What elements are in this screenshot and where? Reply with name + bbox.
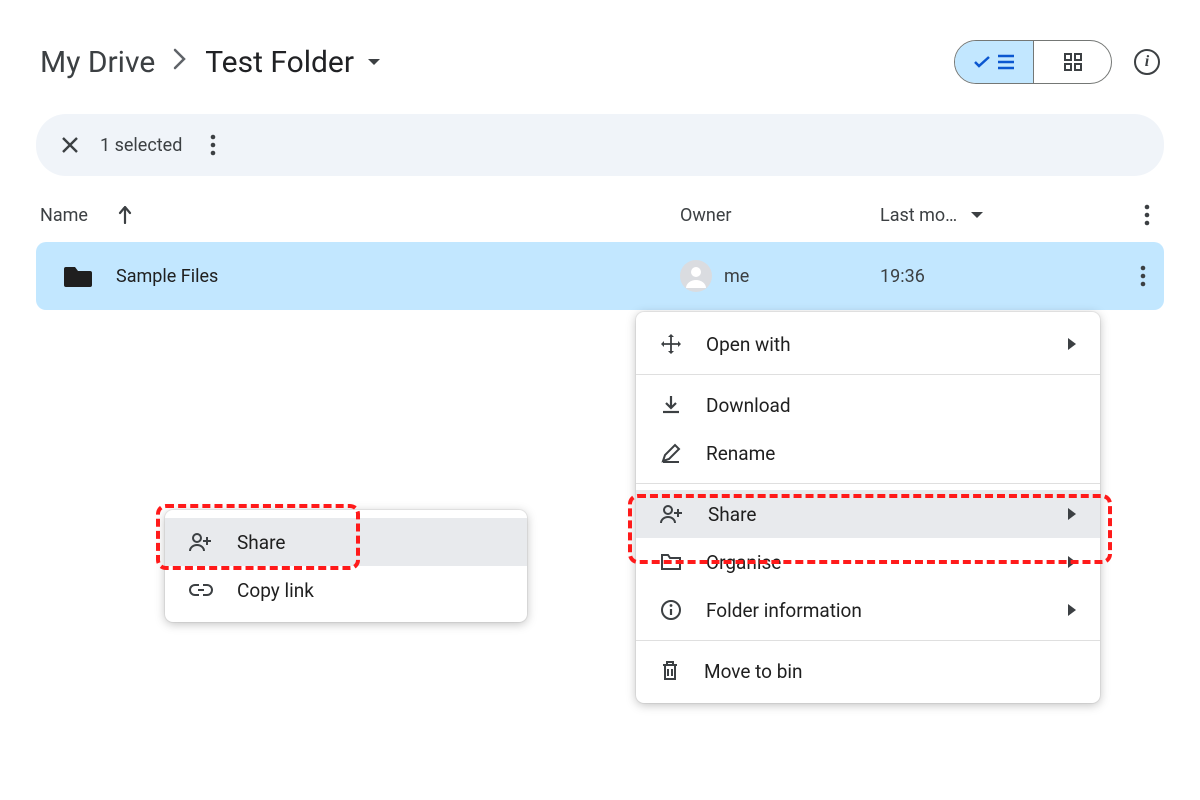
menu-rename-label: Rename <box>706 442 1076 465</box>
download-icon <box>660 394 682 416</box>
caret-down-icon <box>971 212 983 218</box>
submenu-copy-link-label: Copy link <box>237 579 503 602</box>
breadcrumb-current-label: Test Folder <box>205 45 354 80</box>
view-toggle <box>954 40 1112 84</box>
menu-separator <box>636 483 1100 484</box>
menu-bin-label: Move to bin <box>704 660 1076 683</box>
menu-organise-label: Organise <box>706 551 1044 574</box>
column-headers: Name Owner Last mo… <box>0 186 1200 242</box>
column-owner[interactable]: Owner <box>680 205 880 226</box>
menu-separator <box>636 640 1100 641</box>
check-icon <box>973 55 991 69</box>
menu-download[interactable]: Download <box>636 381 1100 429</box>
selection-count: 1 selected <box>100 135 182 156</box>
menu-move-to-bin[interactable]: Move to bin <box>636 647 1100 695</box>
submenu-share-label: Share <box>237 531 503 554</box>
more-icon[interactable] <box>210 134 216 156</box>
close-icon[interactable] <box>60 135 80 155</box>
header-actions: i <box>954 40 1160 84</box>
grid-icon <box>1064 53 1082 71</box>
rename-icon <box>660 442 682 464</box>
column-modified-label: Last mo… <box>880 205 957 226</box>
submenu-share[interactable]: Share <box>165 518 527 566</box>
column-name[interactable]: Name <box>40 205 88 226</box>
submenu-arrow-icon <box>1068 604 1076 616</box>
bin-icon <box>660 660 680 682</box>
breadcrumb-root[interactable]: My Drive <box>40 45 155 80</box>
menu-download-label: Download <box>706 394 1076 417</box>
row-modified: 19:36 <box>880 266 1080 287</box>
submenu-copy-link[interactable]: Copy link <box>165 566 527 614</box>
row-more-icon[interactable] <box>1140 265 1146 287</box>
row-owner: me <box>724 266 749 287</box>
link-icon <box>189 583 213 597</box>
chevron-right-icon <box>173 48 187 76</box>
menu-rename[interactable]: Rename <box>636 429 1100 477</box>
caret-down-icon <box>368 59 380 65</box>
person-icon <box>682 262 710 290</box>
share-submenu: Share Copy link <box>165 510 527 622</box>
column-more-icon[interactable] <box>1144 204 1150 226</box>
avatar <box>680 260 712 292</box>
submenu-arrow-icon <box>1068 508 1076 520</box>
submenu-arrow-icon <box>1068 556 1076 568</box>
breadcrumb-current[interactable]: Test Folder <box>205 45 380 80</box>
list-icon <box>997 54 1015 70</box>
organise-icon <box>660 552 682 572</box>
menu-separator <box>636 374 1100 375</box>
info-icon[interactable]: i <box>1134 49 1160 75</box>
menu-share[interactable]: Share <box>636 490 1100 538</box>
breadcrumb: My Drive Test Folder <box>40 45 954 80</box>
context-menu: Open with Download Rename Share Organise <box>636 312 1100 703</box>
menu-open-with-label: Open with <box>706 333 1044 356</box>
list-view-button[interactable] <box>955 41 1033 83</box>
sort-up-icon[interactable] <box>118 206 132 224</box>
info-icon <box>660 599 682 621</box>
menu-folder-info-label: Folder information <box>706 599 1044 622</box>
menu-share-label: Share <box>708 503 1044 526</box>
table-row[interactable]: Sample Files me 19:36 <box>36 242 1164 310</box>
grid-view-button[interactable] <box>1033 41 1111 83</box>
row-name: Sample Files <box>116 266 218 287</box>
share-icon <box>189 531 213 553</box>
header: My Drive Test Folder i <box>0 0 1200 104</box>
folder-icon <box>64 265 92 287</box>
selection-bar: 1 selected <box>36 114 1164 176</box>
submenu-arrow-icon <box>1068 338 1076 350</box>
open-with-icon <box>660 333 682 355</box>
share-icon <box>660 503 684 525</box>
menu-open-with[interactable]: Open with <box>636 320 1100 368</box>
column-modified[interactable]: Last mo… <box>880 205 1080 226</box>
menu-organise[interactable]: Organise <box>636 538 1100 586</box>
menu-folder-info[interactable]: Folder information <box>636 586 1100 634</box>
